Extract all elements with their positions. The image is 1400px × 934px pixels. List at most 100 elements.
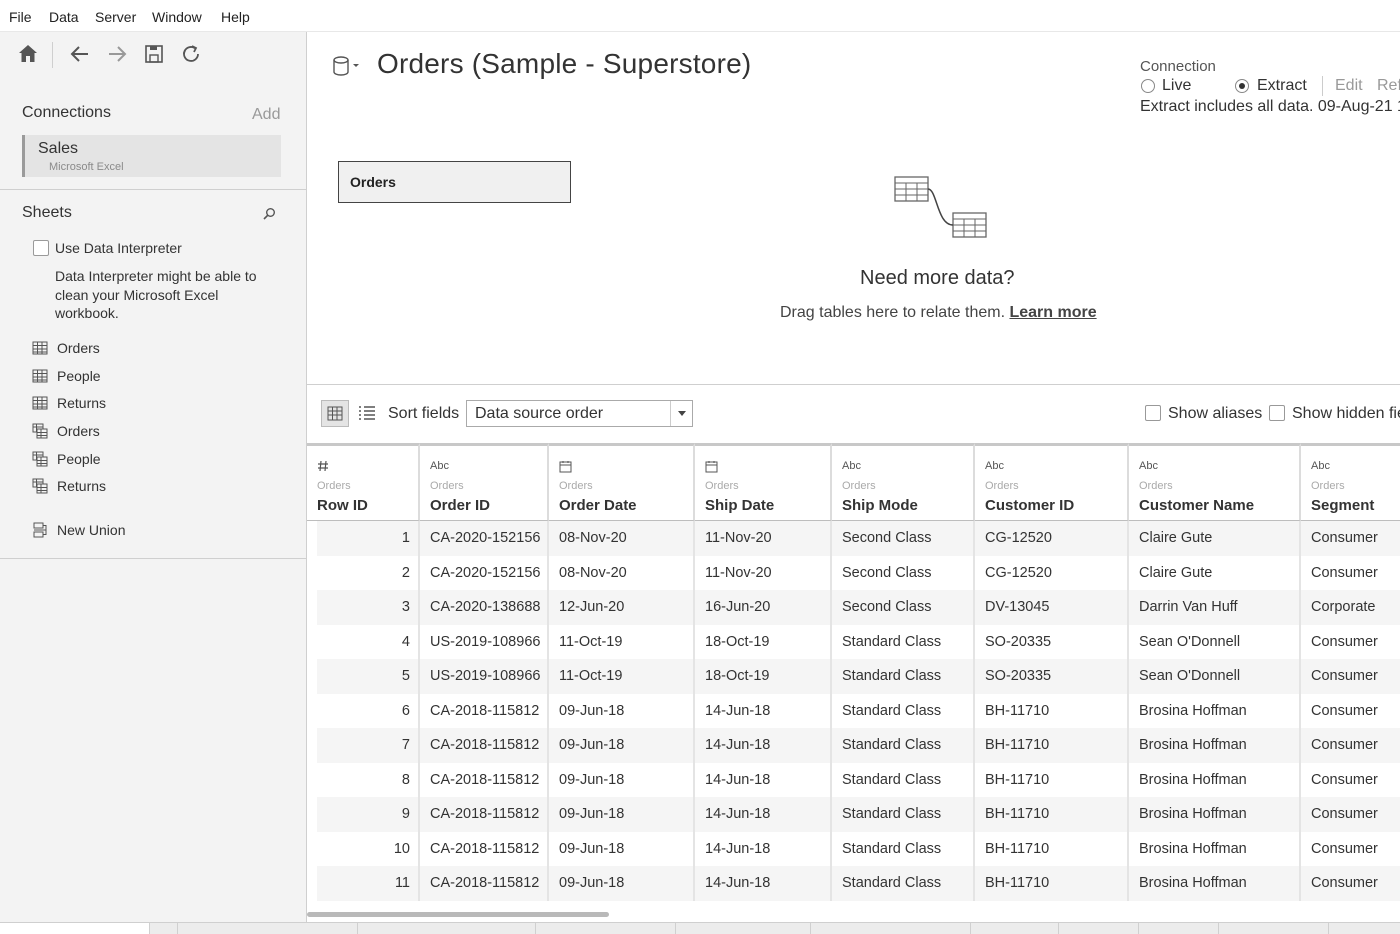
scrollbar-thumb[interactable]: [307, 912, 609, 917]
table-cell: Brosina Hoffman: [1129, 797, 1301, 832]
edit-extract-link[interactable]: Edit: [1335, 77, 1363, 95]
list-view-icon[interactable]: [358, 405, 376, 421]
column-name[interactable]: Ship Mode: [842, 497, 918, 514]
sheet-item-orders[interactable]: Orders: [32, 338, 272, 360]
named-range-icon: [32, 478, 48, 494]
column-name[interactable]: Customer ID: [985, 497, 1074, 514]
menu-server[interactable]: Server: [95, 9, 136, 25]
sheet-tab[interactable]: [1219, 923, 1329, 934]
column-name[interactable]: Segment: [1311, 497, 1374, 514]
table-cell: Brosina Hoffman: [1129, 866, 1301, 901]
show-aliases-label: Show aliases: [1168, 405, 1263, 422]
table-cell: Standard Class: [832, 762, 975, 797]
column-header[interactable]: Abc Orders Customer Name: [1129, 443, 1301, 521]
sheet-tab[interactable]: [1059, 923, 1139, 934]
data-type-icon[interactable]: [559, 460, 572, 476]
save-icon[interactable]: [142, 42, 166, 66]
menu-file[interactable]: File: [9, 9, 32, 25]
sheet-item-returns-range[interactable]: Returns: [32, 476, 272, 498]
table-cell: 9: [307, 797, 420, 832]
menu-help[interactable]: Help: [221, 9, 250, 25]
show-hidden-fields-checkbox[interactable]: [1269, 405, 1285, 421]
live-radio[interactable]: [1141, 79, 1155, 93]
column-name[interactable]: Order Date: [559, 497, 637, 514]
back-arrow-icon[interactable]: [68, 42, 92, 66]
extract-radio[interactable]: [1235, 79, 1249, 93]
sheet-tab[interactable]: [971, 923, 1059, 934]
forward-arrow-icon[interactable]: [105, 42, 129, 66]
add-connection-link[interactable]: Add: [252, 106, 280, 124]
table-cell: Claire Gute: [1129, 555, 1301, 590]
column-header[interactable]: Abc Orders Order ID: [420, 443, 549, 521]
sheet-tab[interactable]: [178, 923, 358, 934]
menu-window[interactable]: Window: [152, 9, 202, 25]
table-row: 1 CA-2020-152156 08-Nov-20 11-Nov-20 Second …: [307, 521, 1400, 556]
sheet-tab[interactable]: [1139, 923, 1219, 934]
search-icon[interactable]: [261, 206, 277, 222]
data-type-label[interactable]: Abc: [842, 460, 861, 472]
home-icon[interactable]: [16, 42, 40, 66]
chevron-down-icon[interactable]: [670, 401, 692, 426]
new-union-item[interactable]: New Union: [32, 520, 272, 542]
relate-tables-icon: [894, 176, 987, 238]
refresh-extract-link[interactable]: Ref: [1377, 77, 1400, 95]
named-range-icon: [32, 423, 48, 439]
data-source-tab[interactable]: [0, 923, 150, 934]
column-header[interactable]: Orders Ship Date: [695, 443, 832, 521]
table-cell: 10: [307, 831, 420, 866]
table-cell: 18-Oct-19: [695, 624, 832, 659]
table-cell: BH-11710: [975, 728, 1129, 763]
data-interpreter-checkbox[interactable]: [33, 240, 49, 256]
column-header[interactable]: Abc Orders Customer ID: [975, 443, 1129, 521]
left-panel: Connections Add Sales Microsoft Excel Sh…: [0, 32, 307, 934]
column-name[interactable]: Ship Date: [705, 497, 774, 514]
sheet-tab[interactable]: [811, 923, 971, 934]
tab-button[interactable]: [150, 923, 178, 934]
data-type-label[interactable]: Abc: [985, 460, 1004, 472]
sheet-item-returns[interactable]: Returns: [32, 393, 272, 415]
table-cell: BH-11710: [975, 866, 1129, 901]
sheet-label: Returns: [57, 395, 107, 411]
grid-view-button[interactable]: [321, 400, 349, 427]
canvas-divider[interactable]: [307, 384, 1400, 385]
number-type-icon: [318, 460, 328, 472]
data-interpreter-label: Use Data Interpreter: [55, 240, 182, 256]
column-header[interactable]: Abc Orders Ship Mode: [832, 443, 975, 521]
table-cell: CG-12520: [975, 521, 1129, 556]
sheet-item-orders-range[interactable]: Orders: [32, 421, 272, 443]
table-cell: 7: [307, 728, 420, 763]
sheet-item-people[interactable]: People: [32, 366, 272, 388]
table-cell: US-2019-108966: [420, 624, 549, 659]
column-header[interactable]: Abc Orders Segment: [1301, 443, 1400, 521]
data-type-icon[interactable]: [705, 460, 718, 476]
connection-item-sales[interactable]: Sales Microsoft Excel: [22, 135, 281, 177]
column-header[interactable]: Orders Row ID: [307, 443, 420, 521]
sheet-item-people-range[interactable]: People: [32, 449, 272, 471]
data-type-label[interactable]: Abc: [1139, 460, 1158, 472]
table-row: 8 CA-2018-115812 09-Jun-18 14-Jun-18 Standar…: [307, 762, 1400, 797]
learn-more-link[interactable]: Learn more: [1009, 304, 1096, 321]
datasource-icon[interactable]: [332, 55, 362, 79]
menu-data[interactable]: Data: [49, 9, 79, 25]
data-type-icon[interactable]: [317, 460, 329, 475]
column-source: Orders: [985, 480, 1019, 492]
column-name[interactable]: Row ID: [317, 497, 368, 514]
table-cell: CA-2018-115812: [420, 728, 549, 763]
refresh-icon[interactable]: [179, 42, 203, 66]
column-name[interactable]: Order ID: [430, 497, 490, 514]
sheet-tab[interactable]: [676, 923, 811, 934]
sort-fields-dropdown[interactable]: Data source order: [466, 400, 693, 427]
table-cell: Sean O'Donnell: [1129, 624, 1301, 659]
column-header[interactable]: Orders Order Date: [549, 443, 695, 521]
column-name[interactable]: Customer Name: [1139, 497, 1254, 514]
logical-table-orders[interactable]: Orders: [338, 161, 571, 203]
sheet-tab[interactable]: [536, 923, 676, 934]
connection-separator: [1322, 76, 1323, 96]
show-aliases-checkbox[interactable]: [1145, 405, 1161, 421]
data-type-label[interactable]: Abc: [1311, 460, 1330, 472]
data-type-label[interactable]: Abc: [430, 460, 449, 472]
table-cell: BH-11710: [975, 693, 1129, 728]
table-cell: Standard Class: [832, 693, 975, 728]
datasource-title[interactable]: Orders (Sample - Superstore): [377, 48, 751, 80]
sheet-tab[interactable]: [358, 923, 536, 934]
